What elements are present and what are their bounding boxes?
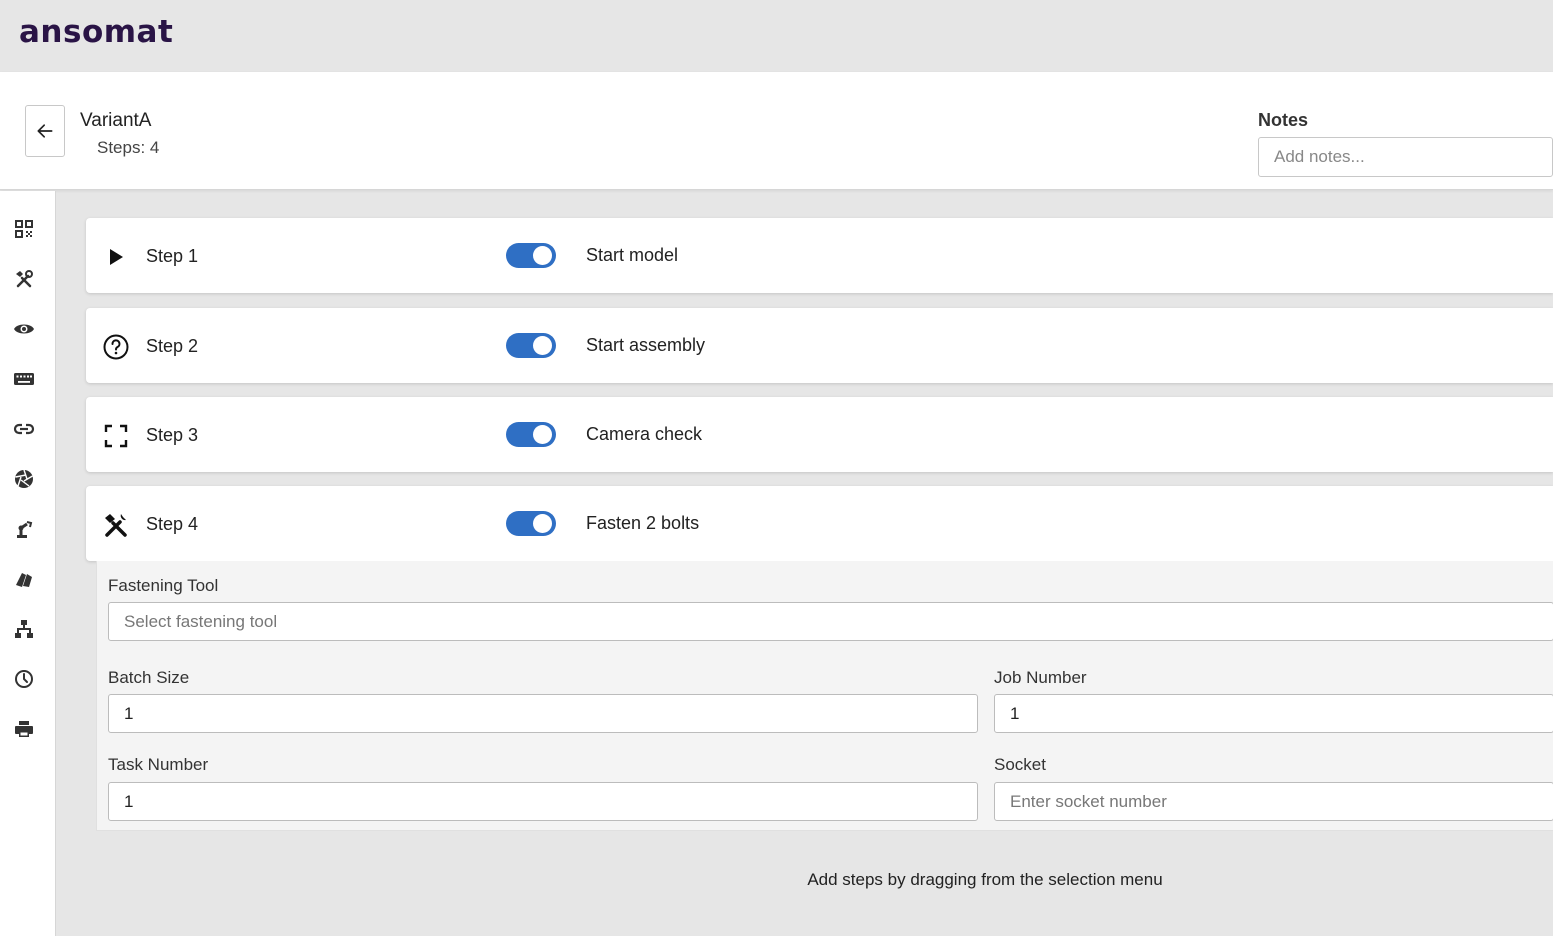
top-bar: ansomat — [0, 0, 1553, 72]
task-number-label: Task Number — [108, 755, 209, 774]
hierarchy-icon[interactable] — [12, 617, 36, 641]
step-label: Step 2 — [146, 336, 199, 356]
step-card-3[interactable]: Step 3 Camera check — [86, 397, 1553, 472]
task-number-input[interactable] — [108, 782, 978, 821]
drag-hint: Add steps by dragging from the selection… — [807, 870, 1163, 889]
app-logo: ansomat — [19, 14, 174, 50]
question-circle-icon — [103, 334, 129, 360]
step-label: Step 1 — [146, 246, 199, 266]
job-number-label: Job Number — [994, 668, 1087, 687]
step-card-2[interactable]: Step 2 Start assembly — [86, 308, 1553, 383]
arrow-left-icon — [37, 124, 53, 138]
fastening-tool-label: Fastening Tool — [108, 576, 219, 595]
fastening-tool-select[interactable] — [108, 602, 1553, 641]
eye-icon[interactable] — [12, 317, 36, 341]
notes-input[interactable] — [1258, 137, 1553, 177]
link-icon[interactable] — [12, 417, 36, 441]
qr-code-icon[interactable] — [12, 217, 36, 241]
variant-name: VariantA — [80, 110, 152, 131]
clock-icon[interactable] — [12, 667, 36, 691]
socket-label: Socket — [994, 755, 1046, 774]
frame-corners-icon — [103, 423, 129, 449]
step-label: Step 3 — [146, 425, 199, 445]
keyboard-icon[interactable] — [12, 367, 36, 391]
aperture-icon[interactable] — [12, 467, 36, 491]
tools-icon[interactable] — [12, 267, 36, 291]
printer-icon[interactable] — [12, 717, 36, 741]
job-number-input[interactable] — [994, 694, 1553, 733]
notes-label: Notes — [1258, 110, 1309, 130]
hammer-wrench-icon — [103, 512, 129, 538]
back-button[interactable] — [25, 105, 65, 157]
play-icon — [103, 244, 129, 270]
variant-header: VariantA Steps: 4 Notes — [0, 72, 1553, 190]
step-4-details: Fastening Tool Batch Size Job Number Tas… — [96, 561, 1553, 831]
step-card-1[interactable]: Step 1 Start model — [86, 218, 1553, 293]
step-toggle[interactable] — [506, 422, 556, 447]
step-label: Step 4 — [146, 514, 199, 534]
sidebar — [0, 191, 56, 936]
step-description: Fasten 2 bolts — [586, 513, 700, 533]
step-toggle[interactable] — [506, 333, 556, 358]
batch-size-input[interactable] — [108, 694, 978, 733]
robot-arm-icon[interactable] — [12, 517, 36, 541]
step-card-4[interactable]: Step 4 Fasten 2 bolts — [86, 486, 1553, 561]
step-description: Start model — [586, 245, 679, 265]
step-toggle[interactable] — [506, 511, 556, 536]
batch-size-label: Batch Size — [108, 668, 190, 687]
socket-input[interactable] — [994, 782, 1553, 821]
variant-steps-count: Steps: 4 — [97, 138, 160, 157]
step-description: Start assembly — [586, 335, 706, 355]
step-toggle[interactable] — [506, 243, 556, 268]
step-description: Camera check — [586, 424, 703, 444]
parts-icon[interactable] — [12, 567, 36, 591]
